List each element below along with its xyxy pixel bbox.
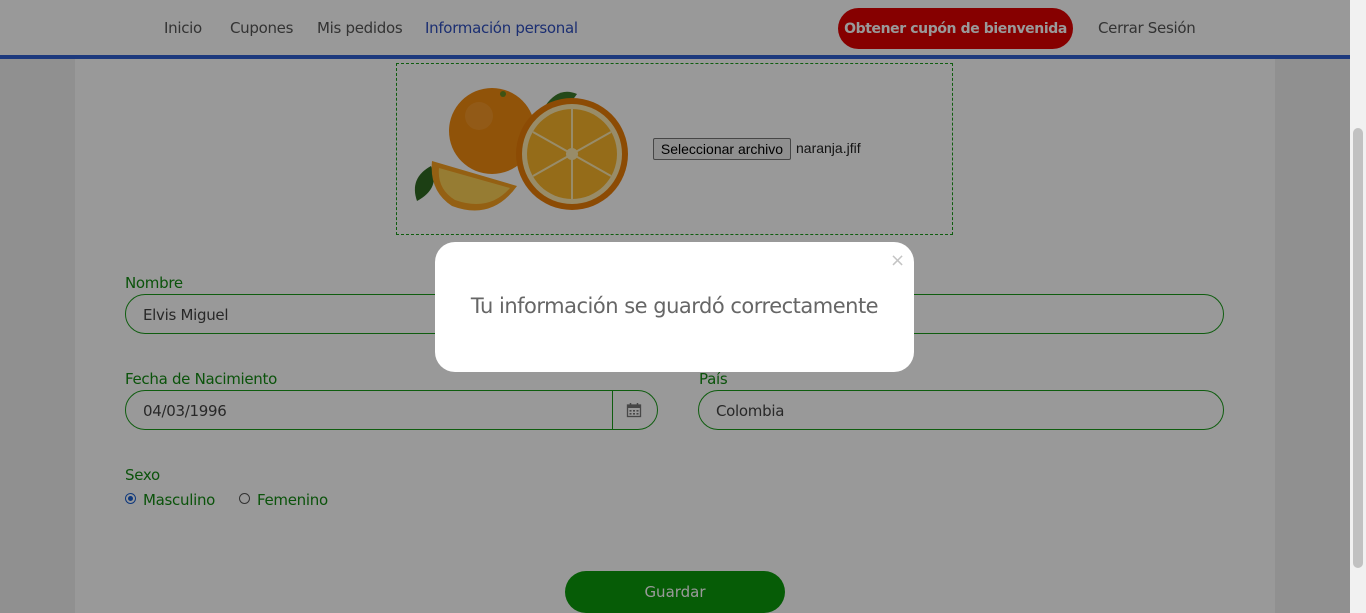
close-icon[interactable]: × bbox=[890, 250, 905, 271]
scrollbar-thumb[interactable] bbox=[1353, 128, 1363, 568]
success-modal: × Tu información se guardó correctamente bbox=[435, 242, 914, 372]
modal-message: Tu información se guardó correctamente bbox=[470, 294, 879, 318]
page-scrollbar[interactable] bbox=[1350, 0, 1366, 613]
